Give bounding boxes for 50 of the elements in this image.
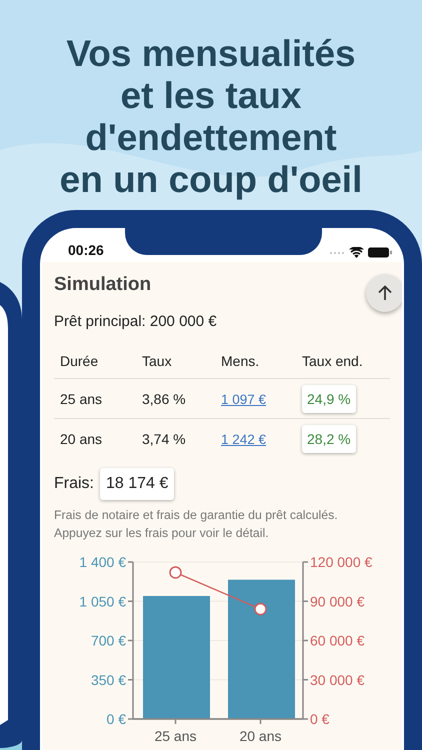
tick-mark	[128, 640, 133, 642]
tick-mark	[128, 718, 133, 720]
axis-label: 30 000 €	[310, 672, 364, 688]
fees-button[interactable]: 18 174 €	[100, 468, 174, 500]
axis-label: 0 €	[106, 711, 126, 727]
data-point	[169, 566, 182, 579]
tick-mark	[303, 679, 308, 680]
column-header: Taux	[142, 353, 173, 369]
fees-label: Frais:	[54, 475, 94, 493]
column-header: Durée	[60, 353, 100, 369]
axis-label: 700 €	[90, 632, 126, 648]
column-header: Mens.	[221, 353, 260, 369]
tick-mark	[303, 600, 308, 602]
tick-mark	[303, 561, 308, 563]
data-point	[254, 602, 267, 616]
status-time: 00:26	[68, 242, 104, 258]
tick-mark	[303, 640, 308, 642]
axis-label: 25 ans	[154, 728, 197, 744]
ratio-button[interactable]: 28,2 %	[302, 424, 356, 452]
column-header: Taux end.	[302, 353, 364, 369]
loan-amount: Prêt principal: 200 000 €	[54, 313, 218, 330]
screen-title: Simulation	[54, 274, 152, 296]
scroll-top-button[interactable]	[366, 274, 402, 312]
ratio-button[interactable]: 24,9 %	[302, 384, 356, 412]
tick-mark	[174, 719, 176, 724]
axis-label: 120 000 €	[310, 554, 372, 570]
axis-label: 20 ans	[239, 728, 282, 744]
battery-icon	[368, 247, 392, 258]
axis-label: 1 050 €	[79, 593, 126, 610]
signal-icon	[329, 250, 345, 254]
table-cell-text: 3,74 %	[142, 430, 187, 446]
fees-note: Frais de notaire et frais de garantie du prêt calculés. Appuyez sur les frais pour voir le détail.	[54, 507, 339, 542]
tick-mark	[260, 719, 262, 724]
payment-link[interactable]: 1 242 €	[221, 432, 266, 446]
axis-label: 90 000 €	[310, 593, 364, 610]
tick-mark	[128, 600, 133, 602]
tick-mark	[303, 718, 308, 720]
table-cell-text: 20 ans	[60, 430, 104, 446]
axis-label: 1 400 €	[79, 554, 126, 570]
axis-label: 60 000 €	[310, 632, 364, 648]
up-arrow-icon	[378, 285, 392, 301]
tick-mark	[128, 561, 133, 563]
tick-mark	[128, 679, 133, 680]
wifi-icon	[349, 247, 364, 258]
axis-label: 350 €	[90, 672, 126, 688]
table-cell-text: 25 ans	[60, 390, 104, 406]
table-cell-text: 3,86 %	[142, 390, 187, 406]
payment-link[interactable]: 1 097 €	[221, 392, 266, 406]
headline: Vos mensualités et les taux d'endettement en un coup d'oeil	[58, 32, 364, 202]
axis-label: 0 €	[310, 711, 330, 727]
